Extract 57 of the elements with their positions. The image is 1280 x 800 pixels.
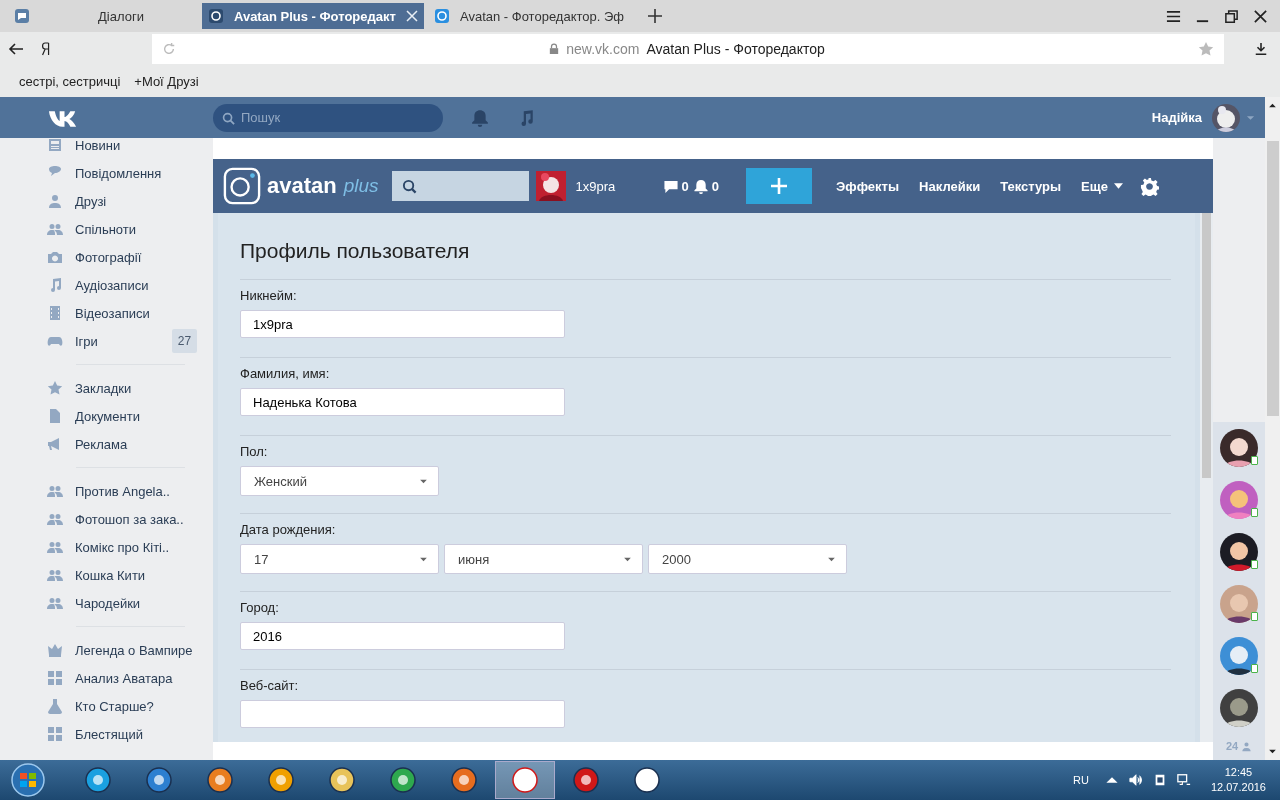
- nav-link[interactable]: Текстуры: [1000, 178, 1062, 194]
- sidebar-item[interactable]: Блестящий: [47, 720, 197, 748]
- message-count: 0: [681, 178, 689, 194]
- bookmark-link[interactable]: +Мої Друзі: [134, 74, 199, 89]
- field-label: Никнейм:: [240, 288, 298, 303]
- sidebar-item[interactable]: Спільноти: [47, 215, 197, 243]
- dropdown[interactable]: июня: [444, 544, 643, 574]
- nav-link[interactable]: Эффекты: [836, 178, 900, 194]
- dropdown[interactable]: Женский: [240, 466, 439, 496]
- sidebar-item[interactable]: Против Angela..: [47, 477, 197, 505]
- browser-tab[interactable]: Діалоги: [8, 3, 198, 29]
- sidebar-item[interactable]: Повідомлення: [47, 159, 197, 187]
- url-domain: new.vk.com: [566, 41, 640, 57]
- language-indicator[interactable]: RU: [1073, 774, 1089, 786]
- sidebar-item[interactable]: Закладки: [47, 374, 197, 402]
- page-title: Avatan Plus - Фоторедактор: [646, 41, 825, 57]
- field-label: Город:: [240, 600, 280, 615]
- count-badge: 27: [172, 329, 197, 353]
- sidebar-item[interactable]: Фотошоп за зака..: [47, 505, 197, 533]
- search-field[interactable]: Пошук: [213, 103, 443, 132]
- field-label: Дата рождения:: [240, 522, 337, 537]
- sidebar-item[interactable]: Фотографії: [47, 243, 197, 271]
- user-name[interactable]: Надійка: [1151, 110, 1202, 125]
- notification-count: 0: [711, 178, 720, 194]
- input-field[interactable]: 2016: [240, 622, 565, 650]
- sidebar-item[interactable]: Ігри 27: [47, 327, 197, 355]
- browser-tab[interactable]: Avatan - Фоторедактор. Эф: [428, 3, 628, 29]
- dropdown[interactable]: 2000: [648, 544, 847, 574]
- sidebar-item[interactable]: Новини: [47, 138, 197, 159]
- sidebar-item[interactable]: Друзі: [47, 187, 197, 215]
- friend-count: 24: [1225, 740, 1239, 752]
- sidebar-item[interactable]: Аудіозаписи: [47, 271, 197, 299]
- nav-link[interactable]: Наклейки: [919, 178, 981, 194]
- sidebar-item[interactable]: Реклама: [47, 430, 197, 458]
- logo-suffix: plus: [343, 175, 379, 197]
- sidebar-item[interactable]: Кто Старше?: [47, 692, 197, 720]
- address-bar[interactable]: new.vk.com Avatan Plus - Фоторедактор: [152, 34, 1224, 64]
- dropdown[interactable]: 17: [240, 544, 439, 574]
- sidebar-item[interactable]: Відеозаписи: [47, 299, 197, 327]
- sidebar-item[interactable]: Кошка Кити: [47, 561, 197, 589]
- sidebar-item[interactable]: Легенда о Вампире: [47, 636, 197, 664]
- page-heading: Профиль пользователя: [240, 213, 1171, 280]
- logo-text[interactable]: avatan: [267, 173, 337, 199]
- nav-link[interactable]: Еще: [1081, 178, 1108, 194]
- field-label: Фамилия, имя:: [240, 366, 331, 381]
- field-label: Веб-сайт:: [240, 678, 300, 693]
- input-field[interactable]: Наденька Котова: [240, 388, 565, 416]
- field-label: Пол:: [240, 444, 269, 459]
- sidebar-item[interactable]: Документи: [47, 402, 197, 430]
- sidebar-item[interactable]: Комікс про Кіті..: [47, 533, 197, 561]
- clock[interactable]: 12:45 12.07.2016: [1210, 765, 1266, 795]
- sidebar-item[interactable]: Чародейки: [47, 589, 197, 617]
- bookmark-link[interactable]: сестрі, сестричці: [19, 74, 121, 89]
- sidebar-item[interactable]: Анализ Аватара: [47, 664, 197, 692]
- input-field[interactable]: 1x9pra: [240, 310, 565, 338]
- browser-tab[interactable]: Avatan Plus - Фоторедакт: [202, 3, 424, 29]
- username[interactable]: 1x9pra: [575, 178, 659, 194]
